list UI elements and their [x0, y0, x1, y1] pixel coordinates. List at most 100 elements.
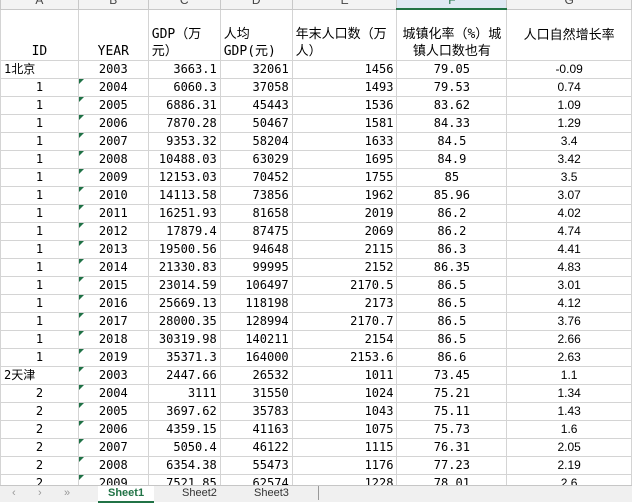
table-cell[interactable]: 86.35 [396, 258, 508, 277]
table-cell[interactable]: 1 [0, 240, 79, 259]
table-cell[interactable]: 1 [0, 168, 79, 187]
field-header[interactable]: 年末人口数（万人） [291, 8, 398, 61]
table-cell[interactable]: 1962 [291, 186, 398, 205]
table-cell[interactable]: 37058 [219, 78, 293, 97]
field-header[interactable]: 城镇化率（%）城镇人口数也有 [396, 8, 508, 61]
table-cell[interactable]: 99995 [219, 258, 293, 277]
table-cell[interactable]: 86.2 [396, 222, 508, 241]
table-cell[interactable]: 9353.32 [147, 132, 221, 151]
table-cell[interactable]: 2天津 [0, 366, 79, 385]
table-cell[interactable]: 1043 [291, 402, 398, 421]
table-cell[interactable]: 86.5 [396, 330, 508, 349]
table-cell[interactable]: 2.05 [506, 438, 632, 457]
table-cell[interactable]: 30319.98 [147, 330, 221, 349]
table-cell[interactable]: 75.11 [396, 402, 508, 421]
field-header[interactable]: YEAR [77, 8, 149, 61]
table-cell[interactable]: 1 [0, 114, 79, 133]
table-cell[interactable]: 2018 [77, 330, 149, 349]
table-cell[interactable]: 1.34 [506, 384, 632, 403]
table-cell[interactable]: 2003 [77, 60, 149, 79]
table-cell[interactable]: 87475 [219, 222, 293, 241]
table-cell[interactable]: 2006 [77, 420, 149, 439]
table-cell[interactable]: 3.01 [506, 276, 632, 295]
table-cell[interactable]: 4.74 [506, 222, 632, 241]
table-cell[interactable]: 1115 [291, 438, 398, 457]
table-cell[interactable]: 2012 [77, 222, 149, 241]
table-cell[interactable]: 3.76 [506, 312, 632, 331]
table-cell[interactable]: 32061 [219, 60, 293, 79]
table-cell[interactable]: 2006 [77, 114, 149, 133]
tab-sheet3[interactable]: Sheet3 [244, 486, 299, 501]
table-cell[interactable]: 2115 [291, 240, 398, 259]
column-header-c[interactable]: C [147, 0, 221, 10]
table-cell[interactable]: 2014 [77, 258, 149, 277]
table-cell[interactable]: 6060.3 [147, 78, 221, 97]
prev-sheet-icon[interactable]: ‹ [12, 487, 16, 499]
table-cell[interactable]: 78.01 [396, 474, 508, 485]
tab-sheet1[interactable]: Sheet1 [98, 486, 155, 503]
table-cell[interactable]: 31550 [219, 384, 293, 403]
table-cell[interactable]: 3663.1 [147, 60, 221, 79]
table-cell[interactable]: 1.29 [506, 114, 632, 133]
table-cell[interactable]: 1 [0, 222, 79, 241]
table-cell[interactable]: 2170.5 [291, 276, 398, 295]
table-cell[interactable]: 2.66 [506, 330, 632, 349]
table-cell[interactable]: 2153.6 [291, 348, 398, 367]
table-cell[interactable]: 1 [0, 96, 79, 115]
table-cell[interactable]: 1011 [291, 366, 398, 385]
table-cell[interactable]: 1075 [291, 420, 398, 439]
table-cell[interactable]: 86.5 [396, 294, 508, 313]
table-cell[interactable]: 1.1 [506, 366, 632, 385]
spreadsheet-grid[interactable]: A B C D E F G ID YEAR GDP（万元） 人均GDP(元) 年末人口数（万人） 城镇化… [0, 0, 632, 485]
table-cell[interactable]: 3.42 [506, 150, 632, 169]
table-cell[interactable]: 28000.35 [147, 312, 221, 331]
table-cell[interactable]: 55473 [219, 456, 293, 475]
table-cell[interactable]: 2013 [77, 240, 149, 259]
table-cell[interactable]: 1176 [291, 456, 398, 475]
table-cell[interactable]: 2019 [291, 204, 398, 223]
table-cell[interactable]: 2003 [77, 366, 149, 385]
table-cell[interactable]: 6886.31 [147, 96, 221, 115]
table-cell[interactable]: 4.12 [506, 294, 632, 313]
table-cell[interactable]: 1755 [291, 168, 398, 187]
field-header[interactable]: GDP（万元） [147, 8, 221, 61]
table-cell[interactable]: 2008 [77, 456, 149, 475]
table-cell[interactable]: 1.09 [506, 96, 632, 115]
table-cell[interactable]: 14113.58 [147, 186, 221, 205]
column-header-d[interactable]: D [219, 0, 293, 10]
table-cell[interactable]: 19500.56 [147, 240, 221, 259]
table-cell[interactable]: 2005 [77, 402, 149, 421]
table-cell[interactable]: 2017 [77, 312, 149, 331]
table-cell[interactable]: 79.53 [396, 78, 508, 97]
table-cell[interactable]: 6354.38 [147, 456, 221, 475]
table-cell[interactable]: 1 [0, 150, 79, 169]
table-cell[interactable]: 10488.03 [147, 150, 221, 169]
table-cell[interactable]: 76.31 [396, 438, 508, 457]
table-cell[interactable]: 46122 [219, 438, 293, 457]
table-cell[interactable]: 1 [0, 348, 79, 367]
table-cell[interactable]: 35783 [219, 402, 293, 421]
table-cell[interactable]: 140211 [219, 330, 293, 349]
table-cell[interactable]: 86.5 [396, 312, 508, 331]
table-cell[interactable]: 1536 [291, 96, 398, 115]
column-header-b[interactable]: B [77, 0, 149, 10]
table-cell[interactable]: 1 [0, 276, 79, 295]
column-header-e[interactable]: E [291, 0, 398, 10]
table-cell[interactable]: 25669.13 [147, 294, 221, 313]
table-cell[interactable]: 1024 [291, 384, 398, 403]
table-cell[interactable]: 73856 [219, 186, 293, 205]
table-cell[interactable]: 2 [0, 474, 79, 485]
column-header-a[interactable]: A [0, 0, 79, 10]
table-cell[interactable]: 17879.4 [147, 222, 221, 241]
table-cell[interactable]: 84.5 [396, 132, 508, 151]
table-cell[interactable]: 2 [0, 438, 79, 457]
table-cell[interactable]: 1 [0, 204, 79, 223]
table-cell[interactable]: 2009 [77, 168, 149, 187]
table-cell[interactable]: 21330.83 [147, 258, 221, 277]
table-cell[interactable]: 4.83 [506, 258, 632, 277]
last-sheet-icon[interactable]: » [64, 487, 70, 499]
table-cell[interactable]: 1695 [291, 150, 398, 169]
table-cell[interactable]: 1456 [291, 60, 398, 79]
table-cell[interactable]: 77.23 [396, 456, 508, 475]
table-cell[interactable]: 4.41 [506, 240, 632, 259]
